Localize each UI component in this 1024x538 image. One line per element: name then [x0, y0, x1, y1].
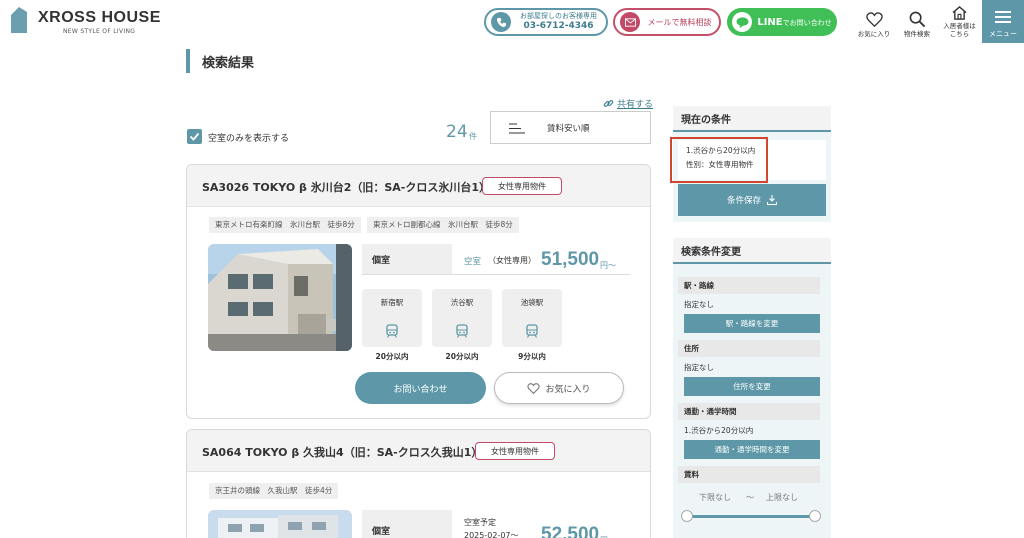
save-conditions-button[interactable]: 条件保存 — [678, 184, 826, 216]
residents-button[interactable]: 入居者様は こちら — [937, 0, 982, 43]
station-time: 20分以内 — [375, 352, 409, 361]
change-commute-button[interactable]: 通勤・通学時間を変更 — [684, 440, 820, 459]
section-value-commute: 1.渋谷から20分以内 — [684, 426, 754, 435]
vacancy-status: 空室予定 — [464, 518, 496, 527]
hamburger-icon — [995, 8, 1011, 26]
station-time: 9分以内 — [518, 352, 546, 361]
property-photo[interactable] — [208, 244, 352, 351]
mail-contact-button[interactable]: メールで無料相談 — [613, 8, 721, 36]
heart-icon — [527, 382, 541, 394]
divider — [362, 274, 630, 275]
station-name: 池袋駅 — [520, 298, 544, 307]
rent-price: 52,500 — [541, 524, 600, 538]
check-icon — [189, 132, 200, 141]
listing-name[interactable]: SA3026 TOKYO β 氷川台2（旧：SA-クロス氷川台1） — [202, 179, 490, 195]
station-time: 20分以内 — [445, 352, 479, 361]
rent-slider-track[interactable] — [687, 515, 815, 518]
room-type: 個室 — [362, 244, 452, 274]
rent-price-unit: 円〜 — [600, 261, 616, 270]
section-value-station: 指定なし — [684, 300, 714, 309]
vacant-only-label[interactable]: 空室のみを表示する — [208, 131, 289, 144]
rent-slider-max-handle[interactable] — [809, 510, 821, 522]
page-title: 検索結果 — [202, 56, 255, 71]
share-label: 共有する — [617, 100, 654, 110]
current-conditions-title: 現在の条件 — [673, 106, 831, 132]
station-name: 新宿駅 — [380, 298, 404, 307]
vacancy-status: 空室 — [464, 257, 482, 267]
sort-icon — [509, 123, 525, 134]
save-conditions-label: 条件保存 — [726, 196, 761, 206]
women-only-badge: 女性専用物件 — [475, 442, 555, 460]
line-icon — [732, 12, 752, 32]
result-count-suffix: 件 — [469, 132, 477, 141]
favorites-label: お気に入り — [857, 30, 891, 39]
title-accent-bar — [186, 49, 190, 73]
vacancy-date: 2025-02-07〜 — [464, 531, 519, 538]
phone-contact-button[interactable]: お部屋探しのお客様専用 03-6712-4346 — [484, 8, 608, 36]
brand-tagline: NEW STYLE OF LIVING — [63, 28, 136, 35]
section-title-commute: 通勤・通学時間 — [678, 403, 820, 420]
inquiry-button[interactable]: お問い合わせ — [355, 372, 486, 404]
train-icon — [526, 324, 538, 338]
women-only-badge: 女性専用物件 — [482, 177, 562, 195]
section-title-rent: 賃料 — [678, 466, 820, 483]
access-tag: 東京メトロ副都心線 氷川台駅 徒歩8分 — [367, 217, 519, 233]
logo-icon[interactable] — [10, 6, 28, 34]
sort-label: 賃料安い順 — [547, 124, 590, 134]
link-icon — [603, 100, 614, 107]
access-tag: 東京メトロ有楽町線 氷川台駅 徒歩8分 — [209, 217, 361, 233]
share-link[interactable]: 共有する — [603, 97, 653, 110]
mail-label: メールで無料相談 — [647, 17, 712, 27]
mail-icon — [620, 12, 640, 32]
brand-name[interactable]: XROSS HOUSE — [38, 9, 161, 27]
listing-card[interactable]: SA3026 TOKYO β 氷川台2（旧：SA-クロス氷川台1） 女性専用物件… — [186, 164, 651, 419]
train-icon — [386, 324, 398, 338]
change-address-button[interactable]: 住所を変更 — [684, 377, 820, 396]
property-search-label: 物件検索 — [904, 30, 930, 39]
favorites-button[interactable]: お気に入り — [851, 0, 897, 43]
highlight-box — [670, 137, 768, 183]
vacancy-note: （女性専用） — [488, 256, 536, 265]
menu-button[interactable]: メニュー — [982, 0, 1024, 43]
favorite-label: お気に入り — [545, 384, 591, 395]
rent-min[interactable]: 下限なし — [699, 492, 731, 503]
station-name: 渋谷駅 — [450, 298, 474, 307]
access-tag: 京王井の頭線 久我山駅 徒歩4分 — [209, 483, 339, 499]
rent-max[interactable]: 上限なし — [766, 492, 798, 503]
phone-icon — [491, 12, 511, 32]
listing-name[interactable]: SA064 TOKYO β 久我山4（旧：SA-クロス久我山1） — [202, 444, 482, 460]
line-contact-button[interactable]: LINEでお問い合わせ — [727, 8, 837, 36]
home-icon — [952, 6, 967, 21]
vacant-only-checkbox[interactable] — [187, 129, 202, 144]
train-icon — [456, 324, 468, 338]
room-type: 個室 — [362, 510, 452, 538]
heart-icon — [865, 12, 883, 28]
line-label-small: でお問い合わせ — [782, 18, 832, 27]
section-title-address: 住所 — [678, 340, 820, 357]
listing-card[interactable]: SA064 TOKYO β 久我山4（旧：SA-クロス久我山1） 女性専用物件 … — [186, 429, 651, 538]
change-conditions-title: 検索条件変更 — [673, 238, 831, 264]
phone-number: 03-6712-4346 — [523, 20, 594, 31]
property-photo[interactable] — [208, 510, 352, 538]
residents-label-2: こちら — [949, 30, 970, 39]
download-icon — [767, 195, 777, 205]
line-label-big: LINE — [757, 16, 783, 28]
rent-slider-min-handle[interactable] — [681, 510, 693, 522]
phone-caption: お部屋探しのお客様専用 — [520, 12, 597, 20]
section-title-station: 駅・路線 — [678, 277, 820, 294]
property-search-button[interactable]: 物件検索 — [897, 0, 937, 43]
rent-separator: 〜 — [746, 493, 754, 502]
change-station-button[interactable]: 駅・路線を変更 — [684, 314, 820, 333]
result-count: 24 — [446, 122, 468, 142]
menu-label: メニュー — [989, 30, 1017, 38]
search-icon — [909, 11, 925, 28]
section-value-address: 指定なし — [684, 363, 714, 372]
rent-price: 51,500 — [541, 249, 600, 270]
favorite-button[interactable]: お気に入り — [494, 372, 624, 404]
